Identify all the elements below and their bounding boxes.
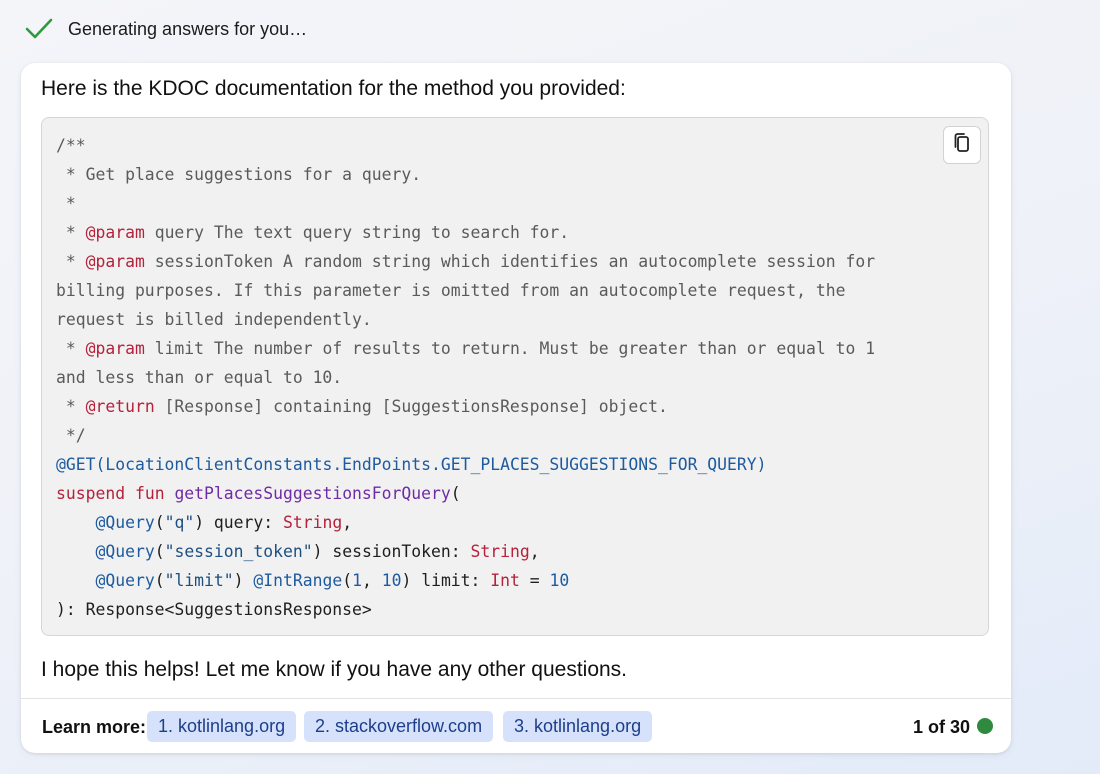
checkmark-icon bbox=[24, 16, 54, 42]
answer-card: Here is the KDOC documentation for the m… bbox=[21, 63, 1011, 753]
learn-more-label: Learn more: bbox=[42, 717, 147, 737]
code-line: * @param sessionToken A random string wh… bbox=[56, 252, 876, 271]
learn-more-link-1[interactable]: 1. kotlinlang.org bbox=[147, 711, 297, 742]
response-count: 1 of 30 bbox=[912, 717, 970, 737]
learn-more-link-2[interactable]: 2. stackoverflow.com bbox=[304, 711, 494, 742]
code-line: * bbox=[56, 194, 76, 213]
code-line: @Query("limit") @IntRange(1, 10) limit: … bbox=[95, 571, 570, 590]
code-line: request is billed independently. bbox=[56, 310, 372, 329]
code-line: * @param limit The number of results to … bbox=[56, 339, 876, 358]
code-line: @Query("q") query: String, bbox=[95, 513, 353, 532]
code-line: @Query("session_token") sessionToken: St… bbox=[95, 542, 540, 561]
code-line: */ bbox=[56, 426, 86, 445]
code-line: ): Response<SuggestionsResponse> bbox=[56, 600, 372, 619]
learn-more-link-3[interactable]: 3. kotlinlang.org bbox=[503, 711, 653, 742]
status-row: Generating answers for you… bbox=[24, 14, 307, 44]
code-line: * @return [Response] containing [Suggest… bbox=[56, 397, 668, 416]
copy-icon bbox=[952, 132, 972, 159]
status-text: Generating answers for you… bbox=[68, 18, 308, 39]
code-line: /** bbox=[56, 136, 86, 155]
code-line: suspend fun getPlacesSuggestionsForQuery… bbox=[56, 484, 461, 503]
answer-intro: Here is the KDOC documentation for the m… bbox=[41, 77, 626, 100]
code-line: * @param query The text query string to … bbox=[56, 223, 570, 242]
code-line: * Get place suggestions for a query. bbox=[56, 165, 422, 184]
status-dot bbox=[977, 718, 993, 734]
answer-outro: I hope this helps! Let me know if you ha… bbox=[41, 658, 628, 681]
code-content: /** * Get place suggestions for a query.… bbox=[56, 131, 875, 624]
copy-button[interactable] bbox=[943, 126, 981, 164]
code-line: billing purposes. If this parameter is o… bbox=[56, 281, 846, 300]
code-block[interactable]: /** * Get place suggestions for a query.… bbox=[41, 117, 989, 636]
learn-more-bar: Learn more: 1. kotlinlang.org 2. stackov… bbox=[21, 698, 1011, 753]
code-line: and less than or equal to 10. bbox=[56, 368, 343, 387]
code-line: @GET(LocationClientConstants.EndPoints.G… bbox=[56, 455, 767, 474]
